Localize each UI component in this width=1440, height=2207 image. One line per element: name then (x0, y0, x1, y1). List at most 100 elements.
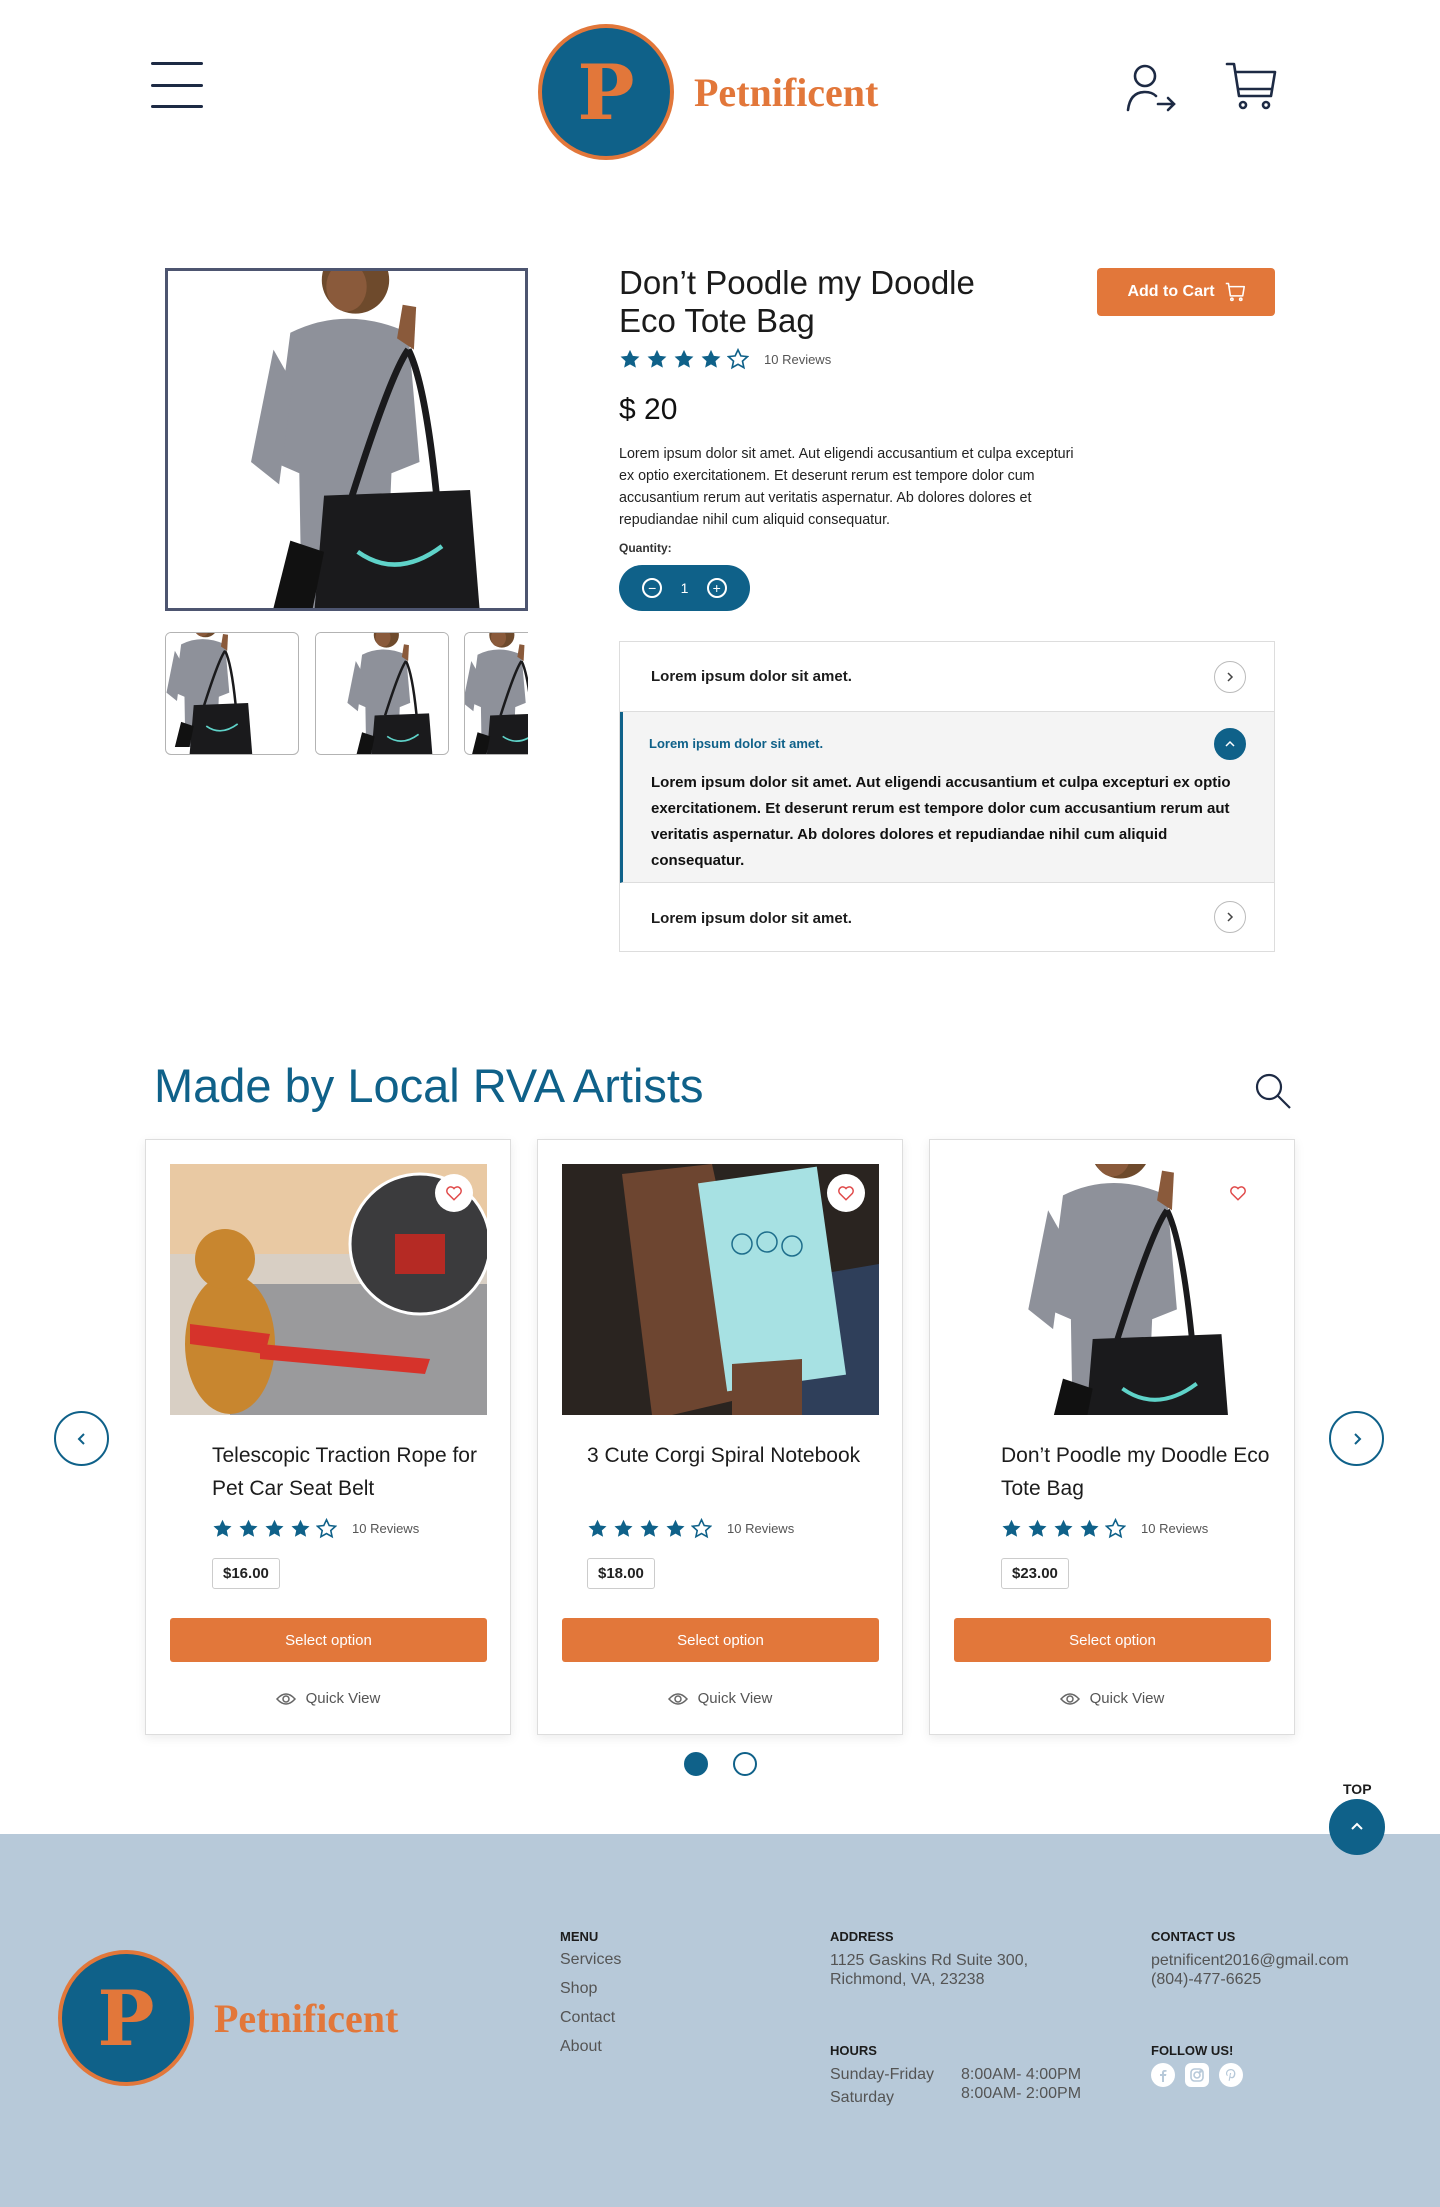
product-thumbnail[interactable] (315, 632, 449, 755)
footer-link-about[interactable]: About (560, 2038, 602, 2056)
hours-day: Saturday (830, 2089, 895, 2106)
heart-icon[interactable] (827, 1174, 865, 1212)
chevron-up-icon (1351, 1822, 1363, 1830)
accordion-item[interactable]: Lorem ipsum dolor sit amet. (620, 883, 1274, 952)
accordion-title: Lorem ipsum dolor sit amet. (651, 668, 852, 685)
menu-button[interactable] (151, 62, 203, 108)
product-card-title[interactable]: Telescopic Traction Rope for Pet Car Sea… (212, 1439, 482, 1505)
star-empty-icon (691, 1518, 712, 1539)
chevron-right-icon[interactable] (1214, 661, 1246, 693)
accordion-item-open[interactable]: Lorem ipsum dolor sit amet. Lorem ipsum … (620, 712, 1274, 883)
footer-menu-heading: MENU (560, 1929, 599, 1944)
quick-view-link[interactable]: Quick View (538, 1690, 902, 1707)
star-full-icon (700, 348, 722, 370)
product-image-notebook[interactable] (562, 1164, 879, 1415)
product-rating: 10 Reviews (619, 348, 831, 370)
cart-icon[interactable] (1225, 60, 1277, 117)
address-line2: Richmond, VA, 23238 (830, 1971, 985, 1988)
quick-view-label: Quick View (305, 1690, 381, 1707)
carousel-dot-active[interactable] (684, 1752, 708, 1776)
chevron-up-icon[interactable] (1214, 728, 1246, 760)
quantity-value[interactable]: 1 (681, 580, 689, 596)
pinterest-icon[interactable] (1219, 2063, 1243, 2087)
logo-text: Petnificent (694, 69, 879, 115)
star-empty-icon (1105, 1518, 1126, 1539)
accordion-item[interactable]: Lorem ipsum dolor sit amet. (620, 642, 1274, 712)
product-card-price: $23.00 (1001, 1558, 1069, 1589)
product-card-title[interactable]: Don’t Poodle my Doodle Eco Tote Bag (1001, 1439, 1271, 1505)
social-links (1151, 2063, 1243, 2087)
product-card-rating: 10 Reviews (587, 1518, 794, 1539)
select-option-button[interactable]: Select option (562, 1618, 879, 1662)
footer-link-services[interactable]: Services (560, 1951, 621, 1969)
star-full-icon (587, 1518, 608, 1539)
product-main-image[interactable] (165, 268, 528, 611)
select-option-button[interactable]: Select option (954, 1618, 1271, 1662)
product-card[interactable]: Don’t Poodle my Doodle Eco Tote Bag 10 R… (929, 1139, 1295, 1735)
heart-icon[interactable] (1219, 1174, 1257, 1212)
logo-mark: P (58, 1950, 194, 2086)
star-full-icon (619, 348, 641, 370)
star-full-icon (1027, 1518, 1048, 1539)
star-full-icon (613, 1518, 634, 1539)
product-card[interactable]: 3 Cute Corgi Spiral Notebook 10 Reviews … (537, 1139, 903, 1735)
select-option-button[interactable]: Select option (170, 1618, 487, 1662)
review-count[interactable]: 10 Reviews (764, 352, 831, 367)
footer-hours-heading: HOURS (830, 2043, 877, 2058)
star-full-icon (1053, 1518, 1074, 1539)
top-label: TOP (1343, 1781, 1372, 1797)
accordion-body: Lorem ipsum dolor sit amet. Aut eligendi… (651, 774, 1231, 869)
product-price: $ 20 (619, 393, 678, 426)
plus-icon[interactable]: + (706, 578, 727, 598)
instagram-icon[interactable] (1185, 2063, 1209, 2087)
product-card-price: $16.00 (212, 1558, 280, 1589)
quick-view-link[interactable]: Quick View (146, 1690, 510, 1707)
footer-link-shop[interactable]: Shop (560, 1980, 597, 1998)
carousel-dot[interactable] (733, 1752, 757, 1776)
footer-link-contact[interactable]: Contact (560, 2009, 615, 2027)
quick-view-label: Quick View (697, 1690, 773, 1707)
product-card[interactable]: Telescopic Traction Rope for Pet Car Sea… (145, 1139, 511, 1735)
hours-day: Sunday-Friday (830, 2066, 935, 2083)
product-card-title[interactable]: 3 Cute Corgi Spiral Notebook (587, 1439, 887, 1472)
product-image-seatbelt[interactable] (170, 1164, 487, 1415)
footer-contact-heading: CONTACT US (1151, 1929, 1236, 1944)
footer-logo[interactable]: P Petnificent (58, 1950, 398, 2086)
star-full-icon (290, 1518, 311, 1539)
header-logo[interactable]: P Petnificent (538, 24, 878, 160)
star-full-icon (238, 1518, 259, 1539)
footer-address-heading: ADDRESS (830, 1929, 894, 1944)
hamburger-icon-line (151, 83, 203, 87)
quick-view-link[interactable]: Quick View (930, 1690, 1294, 1707)
logo-mark: P (538, 24, 674, 160)
contact-phone[interactable]: (804)-477-6625 (1151, 1970, 1261, 1989)
product-card-price: $18.00 (587, 1558, 655, 1589)
account-login-icon[interactable] (1125, 62, 1177, 119)
star-full-icon (1001, 1518, 1022, 1539)
add-to-cart-button[interactable]: Add to Cart (1097, 268, 1275, 316)
chevron-right-icon[interactable] (1214, 901, 1246, 933)
back-to-top-button[interactable] (1329, 1799, 1385, 1855)
hours-time: 8:00AM- 2:00PM (961, 2085, 1082, 2102)
contact-email[interactable]: petnificent2016@gmail.com (1151, 1951, 1349, 1970)
carousel-next-button[interactable] (1329, 1411, 1384, 1466)
facebook-icon[interactable] (1151, 2063, 1175, 2087)
star-full-icon (212, 1518, 233, 1539)
eye-icon (667, 1692, 688, 1705)
search-icon[interactable] (1254, 1072, 1292, 1115)
star-full-icon (665, 1518, 686, 1539)
star-full-icon (673, 348, 695, 370)
chevron-left-icon (77, 1432, 85, 1445)
carousel-prev-button[interactable] (54, 1411, 109, 1466)
product-thumbnail[interactable] (165, 632, 299, 755)
heart-icon[interactable] (435, 1174, 473, 1212)
product-accordion: Lorem ipsum dolor sit amet. Lorem ipsum … (619, 641, 1275, 952)
hamburger-icon-line (151, 62, 203, 65)
footer-follow-heading: FOLLOW US! (1151, 2043, 1234, 2058)
review-count: 10 Reviews (1141, 1521, 1209, 1536)
section-title: Made by Local RVA Artists (154, 1059, 704, 1112)
hours-time: 8:00AM- 4:00PM (961, 2066, 1082, 2083)
product-image-tote[interactable] (954, 1164, 1271, 1415)
minus-icon[interactable]: − (642, 578, 663, 598)
product-thumbnail[interactable] (464, 632, 528, 755)
